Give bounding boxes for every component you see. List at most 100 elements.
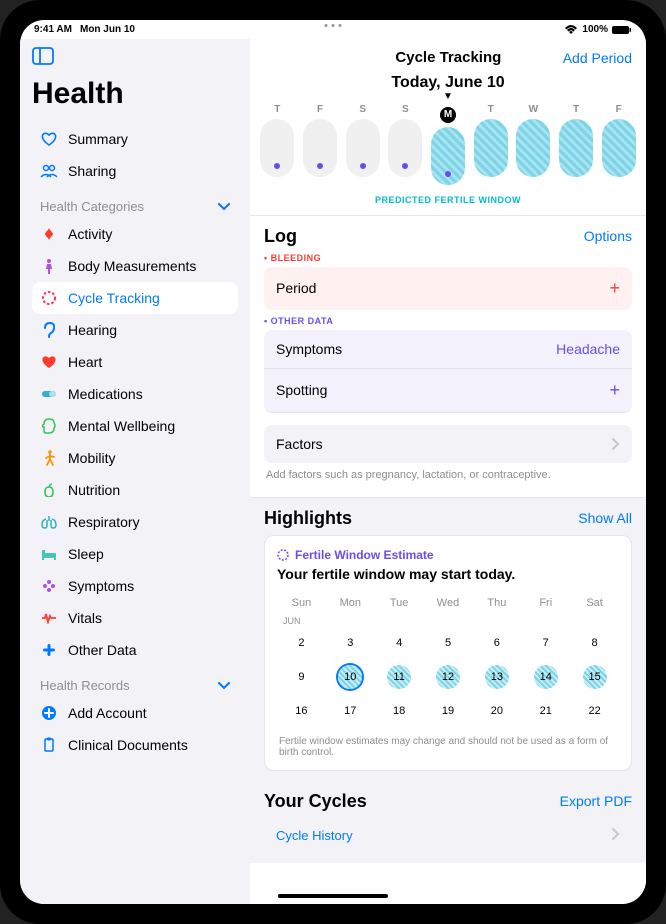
calendar-day: 10 <box>338 665 362 689</box>
calendar-day-cell[interactable]: 21 <box>521 694 570 728</box>
day-letter: T <box>469 104 512 115</box>
calendar-day-cell[interactable]: 16 <box>277 694 326 728</box>
chevron-right-icon <box>612 828 620 843</box>
week-day-cell[interactable]: T <box>256 104 299 185</box>
calendar-day-cell[interactable]: 2 <box>277 626 326 660</box>
sidebar-item-respiratory[interactable]: Respiratory <box>32 506 238 538</box>
day-letter: S <box>384 104 427 115</box>
sidebar-item-cycle-tracking[interactable]: Cycle Tracking <box>32 282 238 314</box>
cycle-history-label: Cycle History <box>276 828 353 843</box>
day-letter: S <box>341 104 384 115</box>
calendar-weekday: Wed <box>424 592 473 614</box>
calendar-day-cell[interactable]: 10 <box>326 660 375 694</box>
log-spotting-row[interactable]: Spotting + <box>264 369 632 413</box>
show-all-button[interactable]: Show All <box>578 510 632 526</box>
sidebar-item-nutrition[interactable]: Nutrition <box>32 474 238 506</box>
sidebar-item-add-account[interactable]: Add Account <box>32 697 238 729</box>
cycle-pill <box>474 119 508 177</box>
heart-outline-icon <box>40 130 58 148</box>
sidebar-item-label: Mental Wellbeing <box>68 418 175 434</box>
cycle-pill <box>260 119 294 177</box>
sidebar-item-other-data[interactable]: Other Data <box>32 634 238 666</box>
sidebar-item-sleep[interactable]: Sleep <box>32 538 238 570</box>
sidebar-item-label: Symptoms <box>68 578 134 594</box>
calendar-day-cell[interactable]: 15 <box>570 660 619 694</box>
cycle-history-row[interactable]: Cycle History <box>264 818 632 853</box>
sidebar-item-label: Mobility <box>68 450 115 466</box>
sidebar-item-medications[interactable]: Medications <box>32 378 238 410</box>
sidebar-item-hearing[interactable]: Hearing <box>32 314 238 346</box>
sidebar-item-label: Nutrition <box>68 482 120 498</box>
week-day-cell[interactable]: S <box>341 104 384 185</box>
export-pdf-button[interactable]: Export PDF <box>560 793 632 809</box>
cycle-pill <box>559 119 593 177</box>
log-options-button[interactable]: Options <box>584 228 632 244</box>
calendar-day: 5 <box>436 631 460 655</box>
day-letter: F <box>299 104 342 115</box>
calendar-day-cell[interactable]: 12 <box>424 660 473 694</box>
sidebar-item-label: Sleep <box>68 546 104 562</box>
health-records-header[interactable]: Health Records <box>32 666 238 697</box>
cycle-pill <box>303 119 337 177</box>
calendar-day-cell[interactable]: 14 <box>521 660 570 694</box>
health-categories-header[interactable]: Health Categories <box>32 187 238 218</box>
fertile-window-label: PREDICTED FERTILE WINDOW <box>250 189 646 215</box>
cycle-pill <box>602 119 636 177</box>
sidebar-item-heart[interactable]: Heart <box>32 346 238 378</box>
sidebar-item-vitals[interactable]: Vitals <box>32 602 238 634</box>
calendar-day-cell[interactable]: 17 <box>326 694 375 728</box>
week-day-cell[interactable]: M <box>427 104 470 185</box>
calendar-weekday: Sat <box>570 592 619 614</box>
calendar-day-cell[interactable]: 5 <box>424 626 473 660</box>
sidebar-item-mobility[interactable]: Mobility <box>32 442 238 474</box>
calendar-day: 3 <box>338 631 362 655</box>
calendar-day-cell[interactable]: 11 <box>375 660 424 694</box>
log-section: Log Options • BLEEDING Period + • OTHER … <box>250 215 646 497</box>
sidebar-toggle-icon[interactable] <box>32 47 238 65</box>
sidebar-item-body-measurements[interactable]: Body Measurements <box>32 250 238 282</box>
calendar-day-cell[interactable]: 8 <box>570 626 619 660</box>
calendar-day: 21 <box>534 699 558 723</box>
home-indicator[interactable] <box>278 894 388 898</box>
bleeding-category-label: • BLEEDING <box>264 253 632 263</box>
sidebar-item-activity[interactable]: Activity <box>32 218 238 250</box>
log-factors-row[interactable]: Factors <box>264 425 632 463</box>
calendar-day: 22 <box>583 699 607 723</box>
calendar-day-cell[interactable]: 20 <box>472 694 521 728</box>
add-period-button[interactable]: Add Period <box>563 50 632 66</box>
calendar-day-cell[interactable]: 7 <box>521 626 570 660</box>
week-day-cell[interactable]: F <box>299 104 342 185</box>
calendar-day-cell[interactable]: 22 <box>570 694 619 728</box>
sidebar-item-label: Medications <box>68 386 143 402</box>
calendar-day-cell[interactable]: 3 <box>326 626 375 660</box>
calendar-weekday: Mon <box>326 592 375 614</box>
sidebar-item-mental-wellbeing[interactable]: Mental Wellbeing <box>32 410 238 442</box>
log-symptoms-row[interactable]: Symptoms Headache <box>264 330 632 369</box>
sidebar-item-label: Vitals <box>68 610 102 626</box>
week-day-cell[interactable]: S <box>384 104 427 185</box>
log-period-row[interactable]: Period + <box>264 267 632 310</box>
calendar-day-cell[interactable]: 6 <box>472 626 521 660</box>
status-time: 9:41 AM <box>34 24 72 35</box>
week-day-cell[interactable]: T <box>469 104 512 185</box>
highlight-card[interactable]: Fertile Window Estimate Your fertile win… <box>264 535 632 771</box>
sidebar-item-sharing[interactable]: Sharing <box>32 155 238 187</box>
calendar-day-cell[interactable]: 13 <box>472 660 521 694</box>
sidebar-item-clinical-documents[interactable]: Clinical Documents <box>32 729 238 761</box>
sidebar-item-symptoms[interactable]: Symptoms <box>32 570 238 602</box>
week-day-cell[interactable]: F <box>597 104 640 185</box>
week-strip[interactable]: TFSSMTWTF <box>250 100 646 189</box>
log-row-label: Symptoms <box>276 341 342 357</box>
highlight-card-label: Fertile Window Estimate <box>295 548 434 562</box>
calendar-day: 11 <box>387 665 411 689</box>
week-day-cell[interactable]: W <box>512 104 555 185</box>
calendar-day: 4 <box>387 631 411 655</box>
calendar-day-cell[interactable]: 9 <box>277 660 326 694</box>
category-icon <box>40 641 58 659</box>
calendar-day-cell[interactable]: 4 <box>375 626 424 660</box>
calendar-day-cell[interactable]: 18 <box>375 694 424 728</box>
calendar-day-cell[interactable]: 19 <box>424 694 473 728</box>
highlights-title: Highlights <box>264 508 352 529</box>
week-day-cell[interactable]: T <box>555 104 598 185</box>
sidebar-item-summary[interactable]: Summary <box>32 123 238 155</box>
